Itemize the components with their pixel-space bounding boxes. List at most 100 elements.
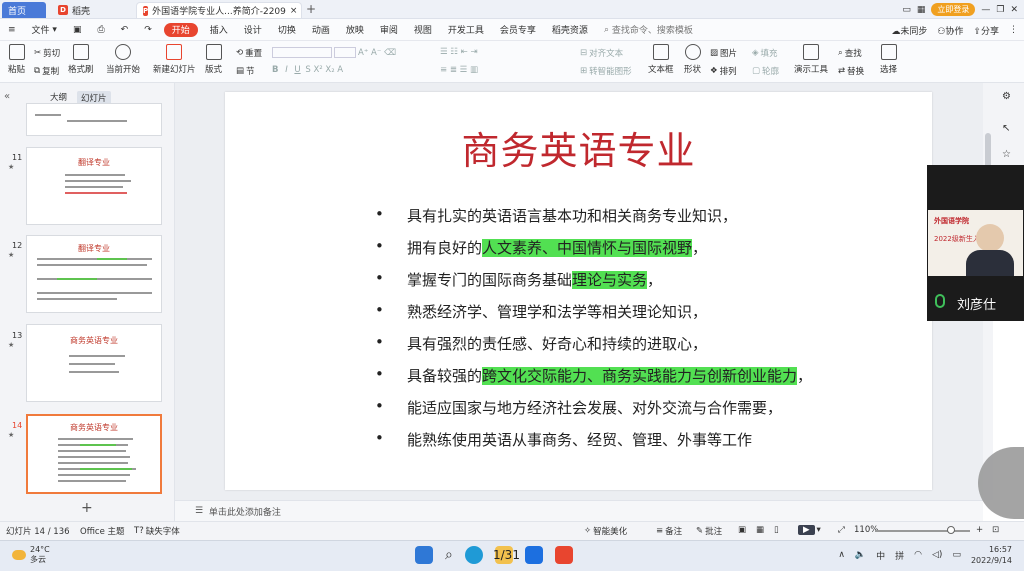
search-icon[interactable]: ⌕ [445, 547, 453, 563]
bullet-item[interactable]: 具备较强的跨文化交际能力、商务实践能力与创新创业能力， [407, 365, 812, 386]
menu-file[interactable]: 文件 ▾ [24, 19, 65, 41]
close-tab-icon[interactable]: × [290, 6, 298, 16]
meeting-video-tile[interactable]: 外国语学院 2022级新生入 刘彦仕 [927, 165, 1024, 321]
zoom-slider-track[interactable] [875, 530, 970, 532]
menu-member[interactable]: 会员专享 [492, 19, 544, 41]
tab-docer[interactable]: D 稻壳 [52, 2, 132, 18]
minimize-icon[interactable]: — [981, 5, 990, 15]
paragraph-controls[interactable]: ☰ ☷ ⇤ ⇥ [440, 47, 478, 57]
ime-language[interactable]: 中 [876, 549, 885, 562]
zoom-slider-knob[interactable] [947, 526, 955, 534]
wifi-icon[interactable]: ◠ [914, 550, 922, 560]
weather-widget[interactable]: 24°C 多云 [12, 545, 50, 565]
comments-button[interactable]: ✎ 批注 [696, 525, 722, 537]
arrange-button[interactable]: ❖ 排列 [710, 65, 737, 77]
maximize-icon[interactable]: ❐ [996, 5, 1004, 15]
layout-icon[interactable]: ▭ [902, 5, 911, 15]
paste-button[interactable]: 粘贴 [8, 44, 25, 75]
picture-button[interactable]: ▨ 图片 [710, 47, 737, 59]
command-search[interactable]: ⌕ 查找命令、搜索模板 [596, 19, 701, 41]
bullet-item[interactable]: 能熟练使用英语从事商务、经贸、管理、外事等工作 [407, 429, 752, 450]
slide-thumbnail-11[interactable]: 翻译专业 [26, 147, 162, 225]
bullet-item[interactable]: 具有强烈的责任感、好奇心和持续的进取心， [407, 333, 707, 354]
start-menu-icon[interactable] [415, 546, 433, 564]
play-from-current-button[interactable]: 当前开始 [106, 44, 140, 75]
section-button[interactable]: ▤ 节 [236, 65, 255, 77]
close-icon[interactable]: ✕ [1010, 5, 1018, 15]
fill-button[interactable]: ◈ 填充 [752, 47, 778, 59]
wps-app-icon[interactable] [554, 546, 573, 564]
new-slide-button[interactable]: 新建幻灯片 [153, 44, 196, 75]
grid-icon[interactable]: ▦ [917, 5, 926, 15]
fit-window-icon[interactable]: ⤢ [838, 525, 845, 535]
textbox-button[interactable]: 文本框 [648, 44, 674, 75]
sorter-view-icon[interactable]: ▦ [756, 525, 764, 535]
cut-button[interactable]: ✂ 剪切 [34, 47, 60, 59]
share-button[interactable]: ⇪分享 [973, 24, 999, 37]
format-painter-button[interactable]: 格式刷 [68, 44, 94, 75]
missing-font-button[interactable]: T? 缺失字体 [134, 525, 180, 537]
bullet-item[interactable]: 熟悉经济学、管理学和法学等相关理论知识， [407, 301, 707, 322]
save-icon[interactable]: ▣ [65, 19, 90, 41]
slide-thumbnail-12[interactable]: 翻译专业 [26, 235, 162, 313]
menu-review[interactable]: 审阅 [372, 19, 406, 41]
print-icon[interactable]: ⎙ [89, 19, 112, 41]
current-slide[interactable]: 商务英语专业 • 具有扎实的英语语言基本功和相关商务专业知识， • 拥有良好的人文素养… [225, 92, 932, 490]
find-button[interactable]: ⌕ 查找 [838, 47, 862, 59]
menu-transition[interactable]: 切换 [270, 19, 304, 41]
fit-slide-icon[interactable]: ⊡ [992, 525, 999, 535]
menu-slideshow[interactable]: 放映 [338, 19, 372, 41]
notes-toggle-button[interactable]: ≡ 备注 [656, 525, 682, 537]
slideshow-button[interactable]: ▶ ▾ [798, 525, 821, 535]
login-button[interactable]: 立即登录 [931, 3, 976, 16]
undo-icon[interactable]: ↶ [113, 19, 137, 41]
zoom-in-icon[interactable]: + [976, 525, 983, 535]
collaborate-button[interactable]: ⚇协作 [937, 24, 963, 37]
replace-button[interactable]: ⇄ 替换 [838, 65, 864, 77]
collapse-panel-icon[interactable]: « [4, 91, 10, 102]
meeting-app-icon[interactable] [524, 546, 543, 564]
redo-icon[interactable]: ↷ [136, 19, 160, 41]
align-controls[interactable]: ≡ ≣ ☰ ▥ [440, 65, 478, 75]
menu-docer-resources[interactable]: 稻壳资源 [544, 19, 596, 41]
volume-icon[interactable]: 🔈 [855, 550, 866, 560]
menu-design[interactable]: 设计 [236, 19, 270, 41]
tab-document[interactable]: P 外国语学院专业人...养简介-2209 × [136, 2, 302, 18]
slide-thumbnail-14-selected[interactable]: 商务英语专业 [26, 414, 162, 494]
browser-icon[interactable] [464, 546, 483, 564]
tray-expand-icon[interactable]: ∧ [838, 550, 845, 560]
present-tools-button[interactable]: 演示工具 [794, 44, 828, 75]
outline-button[interactable]: ▢ 轮廓 [752, 65, 779, 77]
theme-name[interactable]: Office 主题 [80, 525, 125, 537]
menu-insert[interactable]: 插入 [202, 19, 236, 41]
smart-beautify-button[interactable]: ✧ 智能美化 [584, 525, 627, 537]
slide-title[interactable]: 商务英语专业 [225, 120, 932, 175]
menu-developer[interactable]: 开发工具 [440, 19, 492, 41]
align-text-button[interactable]: ⊟ 对齐文本 [580, 47, 623, 59]
notes-area[interactable]: ☰ 单击此处添加备注 [175, 500, 983, 521]
font-size-box[interactable] [334, 47, 356, 58]
layout-button[interactable]: 版式 [205, 44, 222, 75]
menu-animation[interactable]: 动画 [304, 19, 338, 41]
new-tab-icon[interactable]: + [306, 2, 316, 16]
reset-button[interactable]: ⟲ 重置 [236, 47, 262, 59]
clock[interactable]: 16:57 2022/9/14 [971, 544, 1012, 566]
add-slide-icon[interactable]: + [81, 500, 93, 516]
ime-mode[interactable]: 拼 [895, 549, 904, 562]
select-button[interactable]: 选择 [880, 44, 897, 75]
slide-thumbnail-13[interactable]: 商务英语专业 [26, 324, 162, 402]
bullet-item[interactable]: 掌握专门的国际商务基础理论与实务， [407, 269, 662, 290]
reading-view-icon[interactable]: ▯ [774, 525, 779, 535]
arrow-tool-icon[interactable]: ↖ [1002, 123, 1010, 134]
normal-view-icon[interactable]: ▣ [738, 525, 746, 535]
menu-icon[interactable]: ≡ [0, 19, 24, 41]
tab-home[interactable]: 首页 [2, 2, 46, 18]
convert-smartart-button[interactable]: ⊞ 转智能图形 [580, 65, 632, 77]
slide-thumbnail-10[interactable] [26, 103, 162, 136]
copy-button[interactable]: ⧉ 复制 [34, 65, 59, 77]
property-icon[interactable]: ⚙ [1002, 91, 1011, 102]
star-tool-icon[interactable]: ☆ [1002, 149, 1011, 160]
menu-start[interactable]: 开始 [163, 22, 198, 37]
font-controls[interactable]: A⁺ A⁻ ⌫ [272, 47, 396, 58]
more-icon[interactable]: ⋮ [1009, 25, 1018, 35]
